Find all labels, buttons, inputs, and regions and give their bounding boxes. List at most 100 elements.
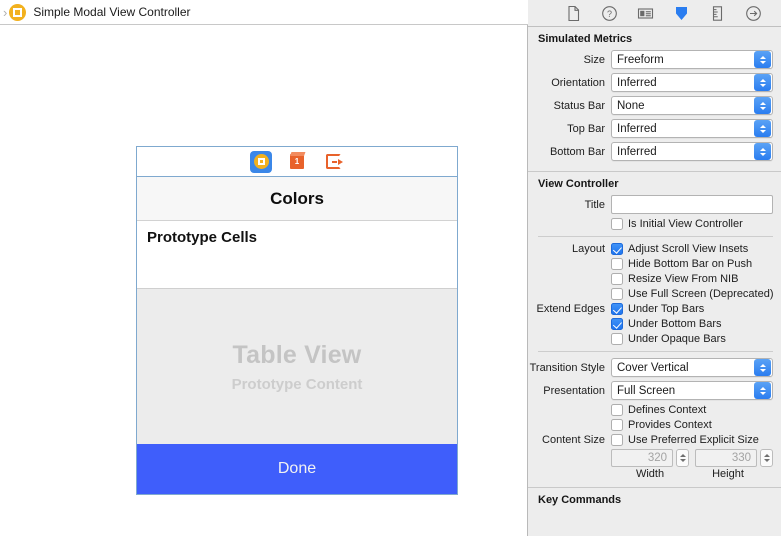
done-button[interactable]: Done	[137, 444, 457, 494]
defines-context-checkbox[interactable]	[611, 404, 623, 416]
breadcrumb-title[interactable]: Simple Modal View Controller	[33, 5, 190, 19]
breadcrumb: › Simple Modal View Controller	[0, 0, 528, 25]
provides-context-checkbox[interactable]	[611, 419, 623, 431]
dock-view-controller-button[interactable]	[250, 150, 272, 173]
adjust-scroll-view-insets-checkbox[interactable]	[611, 243, 623, 255]
hide-bottom-bar-on-push-checkbox[interactable]	[611, 258, 623, 270]
layout-use-full-screen-row: Use Full Screen (Deprecated)	[528, 288, 781, 300]
under-bottom-bars-checkbox[interactable]	[611, 318, 623, 330]
scene[interactable]: 1 Colors Prototype Cells Table View Prot…	[136, 146, 458, 495]
top-bar-popup-value: Inferred	[617, 122, 657, 135]
chevron-updown-icon	[754, 359, 771, 376]
title-input[interactable]	[611, 195, 773, 214]
dock-exit-button[interactable]	[322, 151, 344, 173]
under-opaque-bars-checkbox[interactable]	[611, 333, 623, 345]
orientation-popup[interactable]: Inferred	[611, 73, 773, 92]
field-top-bar: Top Bar Inferred	[528, 119, 781, 138]
view-controller-view[interactable]: Colors Prototype Cells Table View Protot…	[136, 176, 458, 495]
size-inspector-icon[interactable]	[709, 5, 726, 22]
prototype-cell-label: Prototype Cells	[147, 229, 258, 246]
under-opaque-bars-label: Under Opaque Bars	[628, 333, 726, 345]
quick-help-icon[interactable]: ?	[601, 5, 618, 22]
bottom-bar-popup-value: Inferred	[617, 145, 657, 158]
field-orientation: Orientation Inferred	[528, 73, 781, 92]
provides-context-label: Provides Context	[628, 419, 712, 431]
field-size-label: Size	[583, 53, 605, 66]
divider	[538, 351, 773, 352]
presentation-popup[interactable]: Full Screen	[611, 381, 773, 400]
scene-dock: 1	[136, 146, 458, 176]
defines-context-row: Defines Context	[528, 404, 781, 416]
chevron-updown-icon	[754, 120, 771, 137]
size-popup[interactable]: Freeform	[611, 50, 773, 69]
field-presentation: Presentation Full Screen	[528, 381, 781, 400]
dock-first-responder-button[interactable]: 1	[286, 151, 308, 173]
extend-edges-under-top-row: Extend Edges Under Top Bars	[528, 303, 781, 315]
height-stepper[interactable]	[760, 449, 773, 467]
status-bar-popup[interactable]: None	[611, 96, 773, 115]
file-inspector-icon[interactable]	[565, 5, 582, 22]
table-view-placeholder-title: Table View	[232, 340, 362, 369]
xcode-interface-builder-window: › Simple Modal View Controller 1 Colors …	[0, 0, 781, 536]
chevron-updown-icon	[754, 143, 771, 160]
inspector-content: Simulated Metrics Size Freeform Orientat…	[528, 27, 781, 536]
field-transition-style: Transition Style Cover Vertical	[528, 358, 781, 377]
identity-inspector-icon[interactable]	[637, 5, 654, 22]
key-commands-header: Key Commands	[528, 487, 781, 511]
inspector-toolbar: ?	[528, 0, 781, 27]
defines-context-label: Defines Context	[628, 404, 707, 416]
exit-icon	[325, 154, 343, 169]
table-view-placeholder[interactable]: Table View Prototype Content	[137, 289, 457, 444]
top-bar-popup[interactable]: Inferred	[611, 119, 773, 138]
field-title: Title	[528, 195, 781, 214]
orientation-popup-value: Inferred	[617, 76, 657, 89]
resize-view-from-nib-checkbox[interactable]	[611, 273, 623, 285]
under-top-bars-label: Under Top Bars	[628, 303, 705, 315]
field-presentation-label: Presentation	[543, 384, 605, 397]
under-top-bars-checkbox[interactable]	[611, 303, 623, 315]
use-preferred-explicit-size-checkbox[interactable]	[611, 434, 623, 446]
chevron-updown-icon	[754, 97, 771, 114]
transition-style-popup[interactable]: Cover Vertical	[611, 358, 773, 377]
is-initial-view-controller-row: Is Initial View Controller	[528, 218, 781, 230]
width-stepper[interactable]	[676, 449, 689, 467]
provides-context-row: Provides Context	[528, 419, 781, 431]
done-button-label: Done	[277, 460, 317, 477]
height-stepper-group: 330	[695, 449, 773, 467]
navigation-bar[interactable]: Colors	[137, 177, 457, 221]
bottom-bar-popup[interactable]: Inferred	[611, 142, 773, 161]
use-full-screen-label: Use Full Screen (Deprecated)	[628, 288, 774, 300]
hide-bottom-bar-on-push-label: Hide Bottom Bar on Push	[628, 258, 753, 270]
resize-view-from-nib-label: Resize View From NIB	[628, 273, 739, 285]
status-bar-popup-value: None	[617, 99, 645, 112]
attributes-inspector-icon[interactable]	[673, 5, 690, 22]
field-top-bar-label: Top Bar	[567, 122, 605, 135]
view-controller-icon	[9, 3, 27, 21]
connections-inspector-icon[interactable]	[745, 5, 762, 22]
first-responder-icon: 1	[290, 154, 304, 169]
chevron-right-icon: ›	[3, 4, 8, 20]
height-input[interactable]: 330	[695, 449, 757, 467]
svg-text:?: ?	[607, 9, 612, 19]
use-full-screen-checkbox[interactable]	[611, 288, 623, 300]
field-size: Size Freeform	[528, 50, 781, 69]
content-size-fields: 320 330	[528, 449, 781, 467]
prototype-cell[interactable]: Prototype Cells	[137, 221, 457, 289]
adjust-scroll-view-insets-label: Adjust Scroll View Insets	[628, 243, 749, 255]
layout-resize-view-row: Resize View From NIB	[528, 273, 781, 285]
is-initial-checkbox[interactable]	[611, 218, 623, 230]
presentation-popup-value: Full Screen	[617, 384, 676, 397]
field-title-label: Title	[584, 198, 605, 211]
layout-label: Layout	[571, 243, 605, 255]
chevron-updown-icon	[754, 51, 771, 68]
width-input[interactable]: 320	[611, 449, 673, 467]
field-status-bar: Status Bar None	[528, 96, 781, 115]
is-initial-label: Is Initial View Controller	[628, 218, 743, 230]
table-view-placeholder-subtitle: Prototype Content	[231, 375, 363, 393]
under-bottom-bars-label: Under Bottom Bars	[628, 318, 722, 330]
chevron-updown-icon	[754, 382, 771, 399]
field-transition-style-label: Transition Style	[529, 361, 605, 374]
chevron-updown-icon	[754, 74, 771, 91]
divider	[538, 236, 773, 237]
storyboard-canvas[interactable]: 1 Colors Prototype Cells Table View Prot…	[0, 25, 528, 536]
